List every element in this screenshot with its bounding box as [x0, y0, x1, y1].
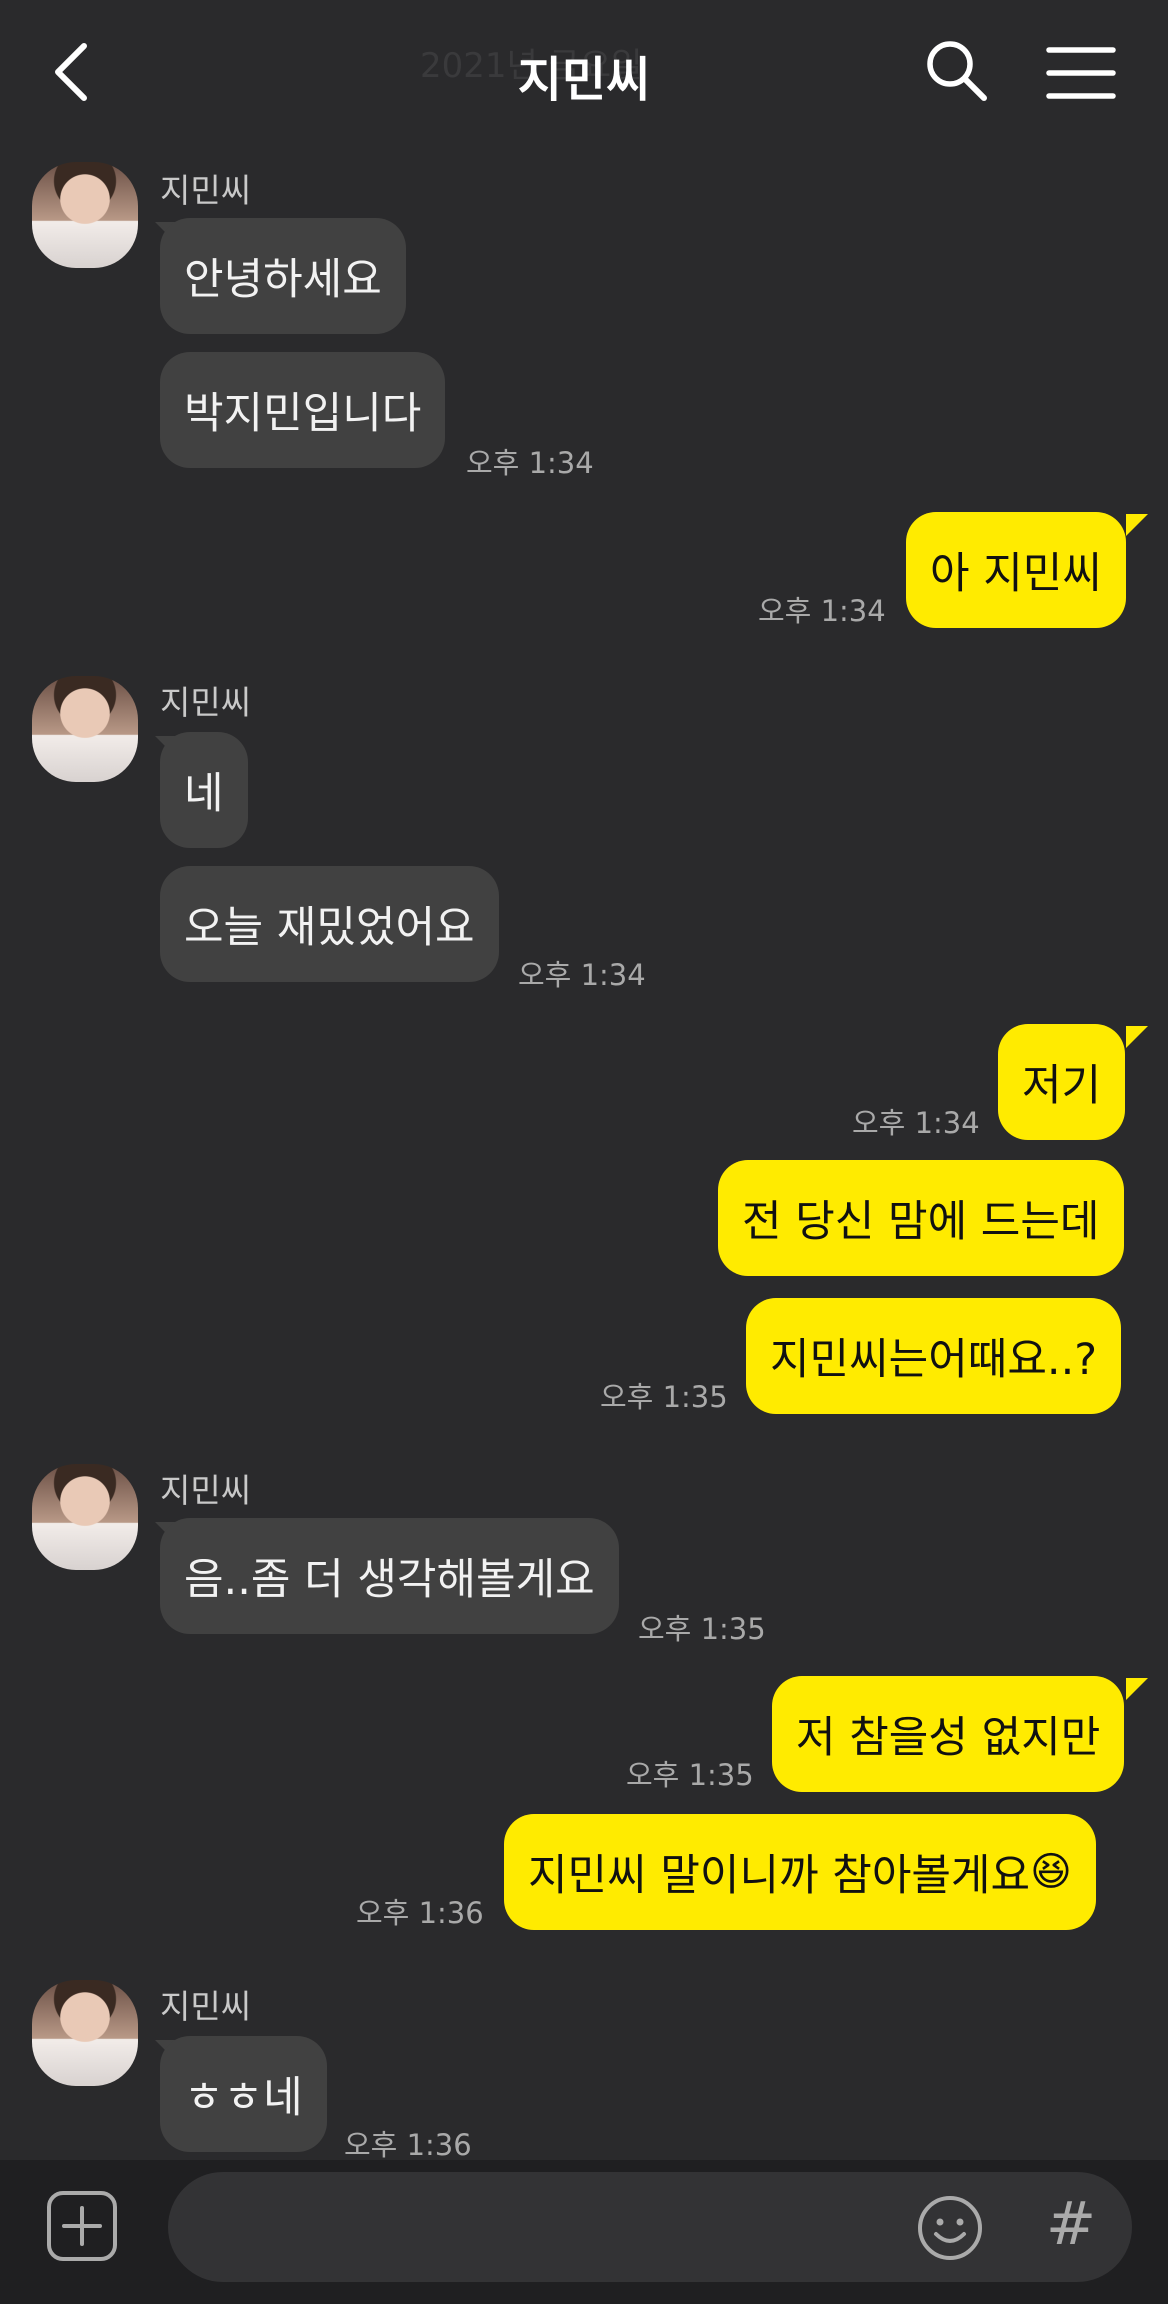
hash-icon[interactable]: #: [1040, 2188, 1102, 2260]
message-time: 오후 1:34: [518, 958, 646, 992]
message-text: 박지민입니다: [184, 389, 422, 439]
message-bubble-outgoing[interactable]: 저 참을성 없지만: [772, 1676, 1125, 1792]
menu-button[interactable]: [1046, 44, 1116, 102]
bubble-tail: [1126, 1678, 1148, 1700]
attach-button[interactable]: [46, 2190, 118, 2262]
message-text: 저기: [1022, 1061, 1102, 1111]
message-text: 음..좀 더 생각해볼게요: [184, 1555, 595, 1605]
bubble-tail: [1126, 514, 1148, 536]
message-text: 네: [184, 769, 224, 819]
chat-title: 지민씨: [517, 52, 651, 108]
message-time: 오후 1:34: [852, 1106, 980, 1140]
message-time: 오후 1:36: [344, 2128, 472, 2162]
avatar[interactable]: [32, 1464, 138, 1570]
message-input[interactable]: [168, 2172, 1132, 2282]
avatar[interactable]: [32, 676, 138, 782]
message-bubble-incoming[interactable]: 안녕하세요: [160, 218, 406, 334]
message-bubble-outgoing[interactable]: 아 지민씨: [906, 512, 1126, 628]
message-bubble-outgoing[interactable]: 전 당신 맘에 드는데: [718, 1160, 1124, 1276]
grinning-squint-emoji: 😆: [1030, 1849, 1072, 1895]
message-bubble-incoming[interactable]: 네: [160, 732, 248, 848]
search-button[interactable]: [924, 38, 990, 104]
message-text: 지민씨 말이니까 참아볼게요: [528, 1851, 1031, 1901]
sender-name: 지민씨: [160, 683, 252, 722]
message-bubble-incoming[interactable]: 박지민입니다: [160, 352, 446, 468]
plus-icon: [47, 2191, 117, 2261]
message-text: 지민씨는어때요..?: [770, 1335, 1098, 1385]
message-time: 오후 1:34: [758, 594, 886, 628]
message-bubble-incoming[interactable]: ㅎㅎ네: [160, 2036, 327, 2152]
message-time: 오후 1:35: [600, 1380, 728, 1414]
message-text: 안녕하세요: [184, 255, 382, 305]
message-time: 오후 1:35: [638, 1612, 766, 1646]
avatar[interactable]: [32, 162, 138, 268]
search-icon: [927, 41, 987, 101]
message-time: 오후 1:35: [626, 1758, 754, 1792]
message-bubble-incoming[interactable]: 오늘 재밌었어요: [160, 866, 499, 982]
message-text: 저 참을성 없지만: [796, 1713, 1101, 1763]
avatar[interactable]: [32, 1980, 138, 2086]
sender-name: 지민씨: [160, 171, 252, 210]
sender-name: 지민씨: [160, 1471, 252, 1510]
message-time: 오후 1:36: [356, 1896, 484, 1930]
message-text: 전 당신 맘에 드는데: [742, 1197, 1100, 1247]
chat-header: 2021년 금요일 지민씨: [0, 0, 1168, 140]
message-time: 오후 1:34: [466, 446, 594, 480]
message-text: ㅎㅎ네: [184, 2073, 303, 2123]
message-text: 오늘 재밌었어요: [184, 903, 475, 953]
message-bubble-outgoing[interactable]: 지민씨 말이니까 참아볼게요 😆: [504, 1814, 1096, 1930]
message-text: 아 지민씨: [930, 549, 1102, 599]
menu-icon: [1046, 47, 1116, 99]
message-bubble-incoming[interactable]: 음..좀 더 생각해볼게요: [160, 1518, 619, 1634]
message-bubble-outgoing[interactable]: 지민씨는어때요..?: [746, 1298, 1122, 1414]
emoji-icon: [918, 2196, 982, 2260]
message-bubble-outgoing[interactable]: 저기: [998, 1024, 1126, 1140]
bubble-tail: [1126, 1026, 1148, 1048]
sender-name: 지민씨: [160, 1987, 252, 2026]
emoji-button[interactable]: [916, 2194, 984, 2262]
